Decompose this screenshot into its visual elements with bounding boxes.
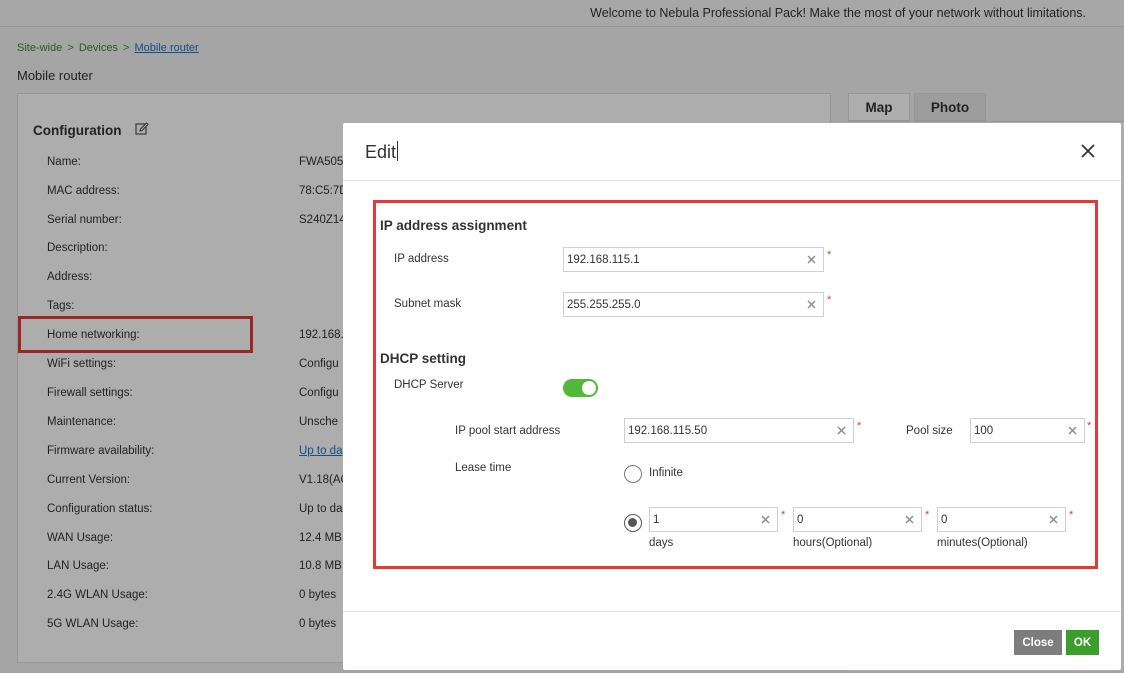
- pool-size-input[interactable]: [974, 422, 1061, 439]
- minutes-input[interactable]: [941, 511, 1042, 528]
- subnet-mask-label: Subnet mask: [394, 298, 462, 310]
- edit-modal: Edit IP address assignment IP address * …: [343, 123, 1121, 670]
- dhcp-server-label: DHCP Server: [394, 379, 464, 391]
- clear-icon[interactable]: [760, 514, 771, 525]
- pool-start-field: [624, 418, 854, 443]
- lease-time-label: Lease time: [455, 462, 512, 474]
- ok-button[interactable]: OK: [1066, 630, 1099, 655]
- text-cursor: [397, 141, 399, 161]
- clear-icon[interactable]: [1067, 425, 1078, 436]
- subnet-mask-input[interactable]: [567, 296, 800, 313]
- required-mark: *: [781, 509, 786, 521]
- close-button[interactable]: Close: [1014, 630, 1062, 655]
- clear-icon[interactable]: [904, 514, 915, 525]
- minutes-label: minutes(Optional): [937, 537, 1028, 549]
- pool-size-field: [970, 418, 1085, 443]
- days-label: days: [649, 537, 674, 549]
- dhcp-server-toggle[interactable]: [563, 379, 598, 397]
- modal-title: Edit: [365, 141, 399, 163]
- clear-icon[interactable]: [1048, 514, 1059, 525]
- minutes-field: [937, 507, 1066, 532]
- required-mark: *: [1069, 509, 1074, 521]
- required-mark: *: [827, 249, 832, 261]
- subnet-mask-field: [563, 292, 824, 317]
- modal-title-text: Edit: [365, 142, 397, 162]
- dhcp-setting-title: DHCP setting: [380, 351, 467, 366]
- modal-header: Edit: [343, 123, 1121, 181]
- required-mark: *: [827, 294, 832, 306]
- hours-field: [793, 507, 922, 532]
- required-mark: *: [925, 509, 930, 521]
- ip-assignment-title: IP address assignment: [380, 218, 527, 233]
- custom-lease-radio[interactable]: [624, 514, 642, 532]
- ip-address-label: IP address: [394, 253, 449, 265]
- clear-icon[interactable]: [806, 254, 817, 265]
- ip-address-input[interactable]: [567, 251, 800, 268]
- modal-footer: Close OK: [343, 611, 1121, 670]
- clear-icon[interactable]: [806, 299, 817, 310]
- hours-input[interactable]: [797, 511, 898, 528]
- pool-start-label: IP pool start address: [455, 425, 561, 437]
- close-icon[interactable]: [1079, 142, 1097, 160]
- clear-icon[interactable]: [836, 425, 847, 436]
- required-mark: *: [857, 420, 862, 432]
- pool-start-input[interactable]: [628, 422, 830, 439]
- ip-address-field: [563, 247, 824, 272]
- infinite-label: Infinite: [649, 467, 683, 479]
- infinite-radio[interactable]: [624, 465, 642, 483]
- hours-label: hours(Optional): [793, 537, 873, 549]
- toggle-knob: [582, 381, 596, 395]
- days-field: [649, 507, 778, 532]
- required-mark: *: [1087, 420, 1092, 432]
- pool-size-label: Pool size: [906, 425, 953, 437]
- days-input[interactable]: [653, 511, 754, 528]
